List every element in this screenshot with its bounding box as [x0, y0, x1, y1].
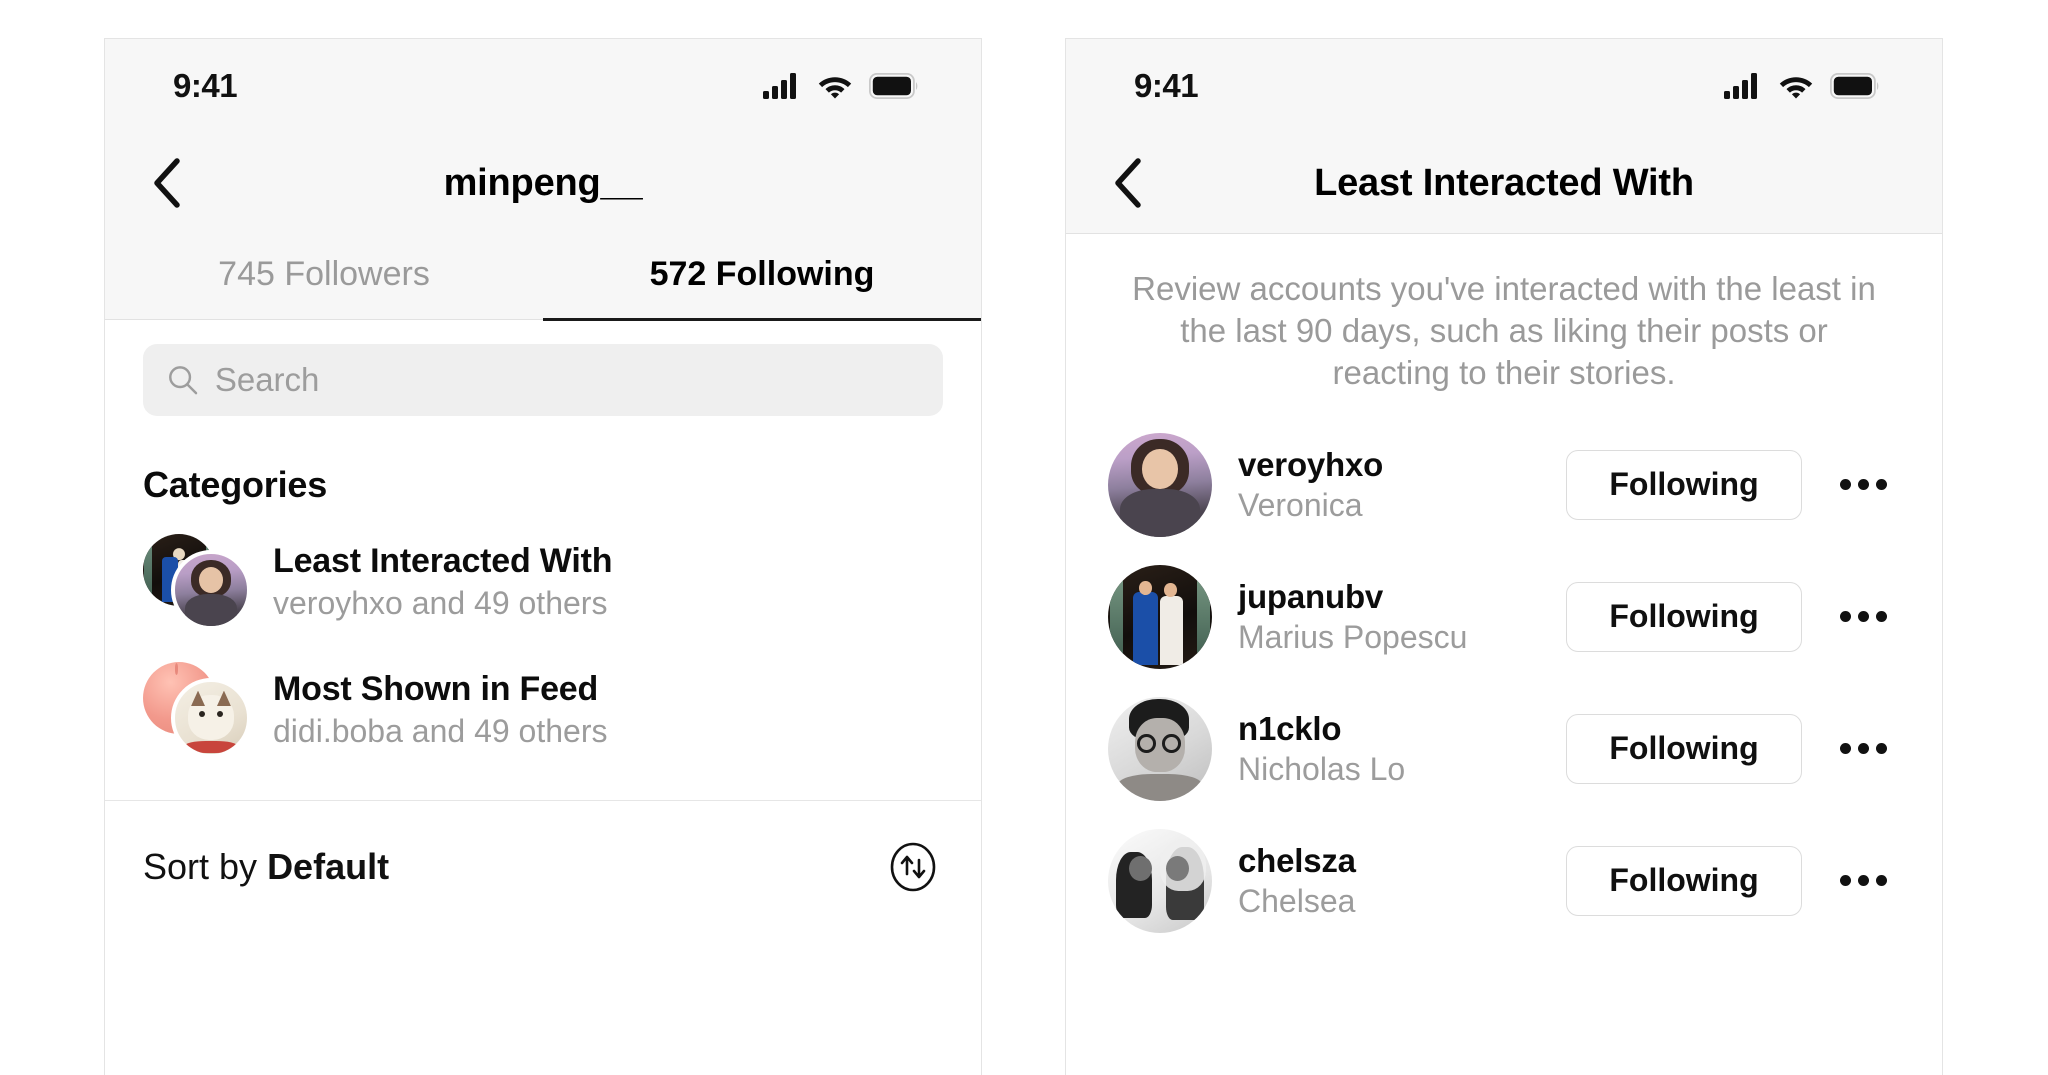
status-bar-left: 9:41	[105, 39, 981, 133]
following-button[interactable]: Following	[1566, 845, 1802, 916]
battery-icon	[1830, 73, 1879, 99]
tab-following[interactable]: 572 Following	[543, 233, 981, 321]
following-button[interactable]: Following	[1566, 581, 1802, 652]
stacked-avatars	[143, 534, 251, 630]
fullname: Marius Popescu	[1238, 618, 1468, 655]
user-texts: jupanubv Marius Popescu	[1238, 578, 1540, 656]
status-icon-group	[1724, 73, 1880, 99]
following-button[interactable]: Following	[1566, 713, 1802, 784]
cat-photo-avatar	[171, 678, 251, 758]
status-icon-group	[763, 73, 919, 99]
category-row-least-interacted[interactable]: Least Interacted With veroyhxo and 49 ot…	[105, 518, 981, 646]
username: chelsza	[1238, 841, 1356, 879]
sort-value: Default	[267, 846, 390, 887]
description-text: Review accounts you've interacted with t…	[1132, 270, 1876, 392]
cellular-signal-icon	[763, 73, 796, 99]
back-button-left[interactable]	[139, 155, 195, 211]
phone-panel-following: 9:41 minpeng__ 745 Followers 572 Followi…	[104, 38, 982, 1075]
tab-followers[interactable]: 745 Followers	[105, 233, 543, 321]
user-texts: n1cklo Nicholas Lo	[1238, 710, 1540, 788]
search-section	[105, 320, 981, 426]
category-title: Most Shown in Feed	[273, 670, 599, 708]
status-time: 9:41	[1134, 67, 1199, 104]
category-row-most-shown-in-feed[interactable]: Most Shown in Feed didi.boba and 49 othe…	[105, 646, 981, 774]
fullname: Veronica	[1238, 486, 1363, 523]
following-button[interactable]: Following	[1566, 449, 1802, 520]
user-row: veroyhxo Veronica Following	[1066, 419, 1942, 551]
sort-prefix: Sort by	[143, 846, 268, 887]
stacked-avatars	[143, 662, 251, 758]
cellular-signal-icon	[1724, 73, 1757, 99]
category-subtitle: didi.boba and 49 others	[273, 713, 608, 749]
ellipsis-icon[interactable]	[1828, 589, 1898, 645]
category-texts: Most Shown in Feed didi.boba and 49 othe…	[273, 670, 607, 750]
chevron-left-icon	[154, 158, 180, 208]
username: jupanubv	[1238, 577, 1384, 615]
user-texts: chelsza Chelsea	[1238, 842, 1540, 920]
ellipsis-icon[interactable]	[1828, 721, 1898, 777]
fullname: Chelsea	[1238, 882, 1356, 919]
search-input[interactable]	[214, 361, 919, 399]
search-icon	[169, 366, 198, 395]
user-row: jupanubv Marius Popescu Following	[1066, 551, 1942, 683]
category-title: Least Interacted With	[273, 542, 613, 580]
status-time: 9:41	[173, 67, 238, 104]
fullname: Nicholas Lo	[1238, 750, 1406, 787]
avatar[interactable]	[1108, 696, 1212, 801]
ellipsis-icon[interactable]	[1828, 853, 1898, 909]
nav-bar-left: minpeng__	[105, 133, 981, 233]
category-texts: Least Interacted With veroyhxo and 49 ot…	[273, 542, 613, 622]
user-row: n1cklo Nicholas Lo Following	[1066, 683, 1942, 815]
avatar[interactable]	[1108, 564, 1212, 669]
sort-button[interactable]	[885, 839, 941, 895]
user-row: chelsza Chelsea Following	[1066, 815, 1942, 947]
search-box[interactable]	[143, 344, 943, 416]
category-subtitle: veroyhxo and 49 others	[273, 585, 608, 621]
sort-arrows-icon	[890, 842, 936, 892]
battery-icon	[869, 73, 918, 99]
veronica-portrait-photo-avatar	[171, 550, 251, 630]
avatar[interactable]	[1108, 828, 1212, 933]
status-bar-right: 9:41	[1066, 39, 1942, 133]
user-texts: veroyhxo Veronica	[1238, 446, 1540, 524]
followers-following-tabs: 745 Followers 572 Following	[105, 233, 981, 321]
ellipsis-icon[interactable]	[1828, 457, 1898, 513]
avatar[interactable]	[1108, 432, 1212, 537]
wifi-icon	[1779, 77, 1813, 99]
page-title-left: minpeng__	[443, 161, 643, 204]
categories-heading: Categories	[143, 464, 328, 505]
username: n1cklo	[1238, 709, 1342, 747]
username: veroyhxo	[1238, 445, 1384, 483]
wifi-icon	[818, 77, 852, 99]
page-title-right: Least Interacted With	[1314, 161, 1694, 204]
phone-panel-least-interacted: 9:41 Least Interacted With Review accoun…	[1065, 38, 1943, 1075]
nav-bar-right: Least Interacted With	[1066, 133, 1942, 233]
back-button-right[interactable]	[1100, 155, 1156, 211]
chevron-left-icon	[1115, 158, 1141, 208]
sort-bar[interactable]: Sort by Default	[105, 801, 981, 929]
screenshot-stage: 9:41 minpeng__ 745 Followers 572 Followi…	[0, 0, 2048, 1075]
sort-label: Sort by Default	[143, 846, 389, 888]
right-header: 9:41 Least Interacted With	[1066, 39, 1942, 234]
